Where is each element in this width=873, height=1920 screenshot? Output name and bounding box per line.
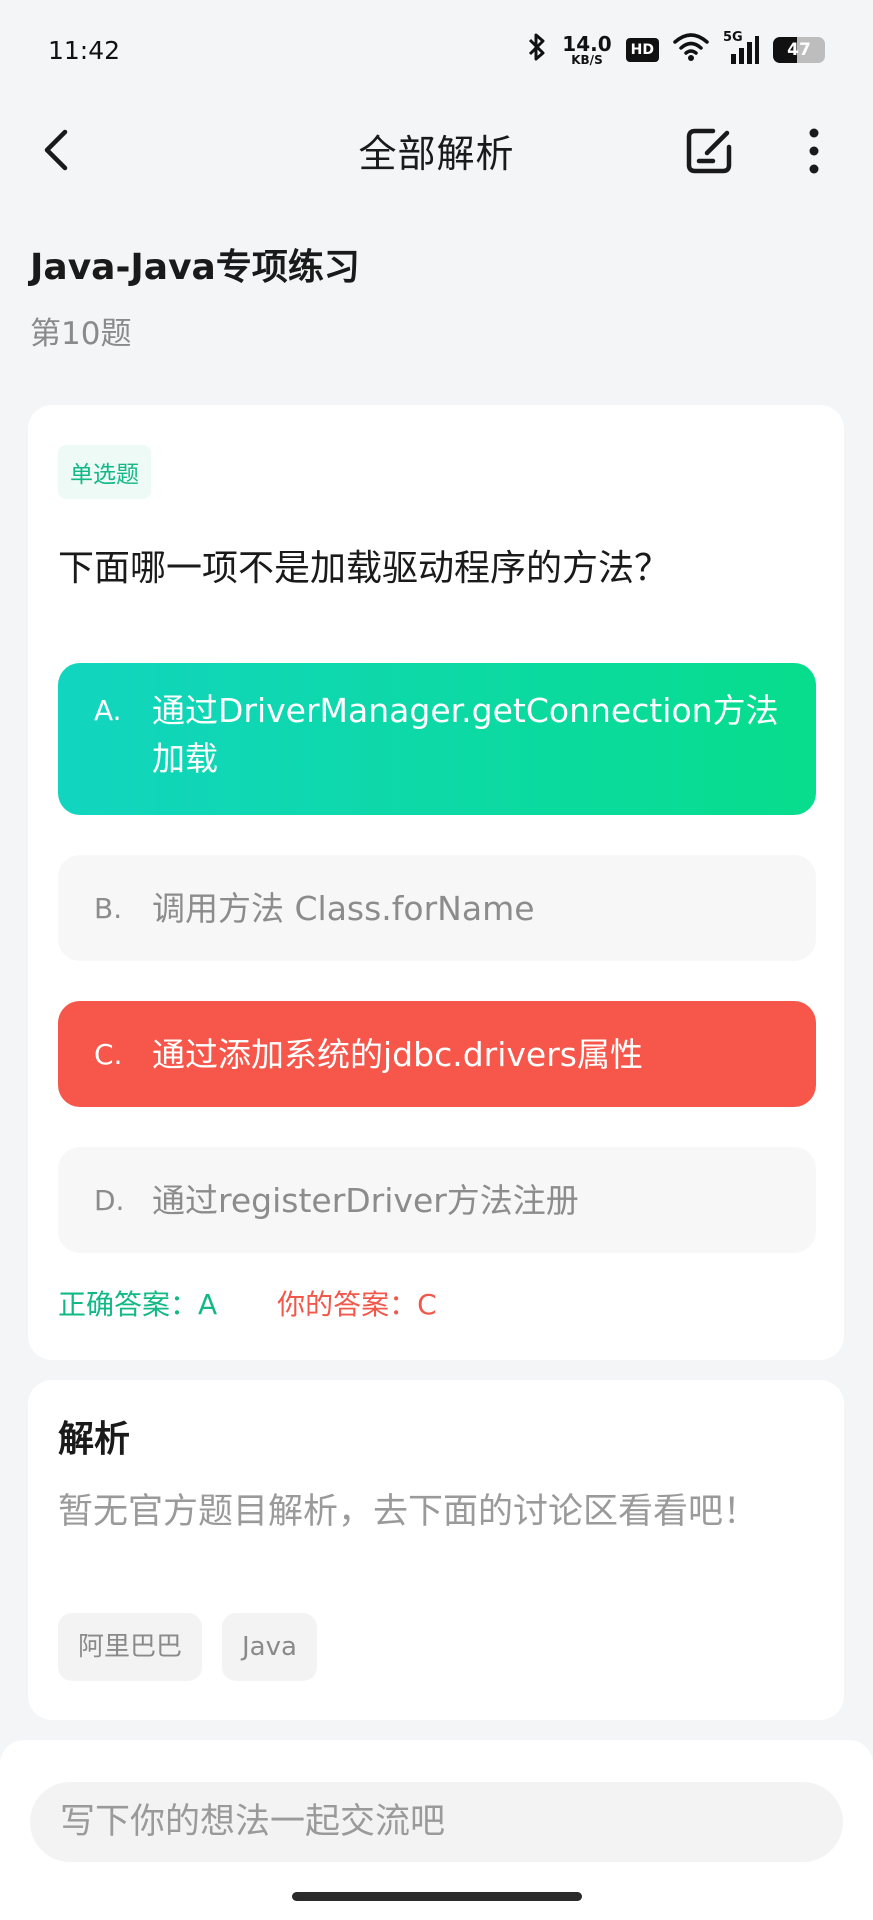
question-card: 单选题 下面哪一项不是加载驱动程序的方法？ A. 通过DriverManager… — [28, 405, 844, 1360]
answer-row: 正确答案：A 你的答案：C — [58, 1283, 437, 1323]
more-button[interactable] — [790, 122, 838, 180]
option-letter: D. — [94, 1184, 125, 1217]
hd-badge: HD — [625, 38, 659, 62]
tag-java[interactable]: Java — [222, 1613, 317, 1681]
analysis-heading: 解析 — [58, 1419, 131, 1460]
option-a[interactable]: A. 通过DriverManager.getConnection方法加载 — [58, 663, 816, 815]
note-button[interactable] — [680, 122, 738, 180]
option-d[interactable]: D. 通过registerDriver方法注册 — [58, 1147, 816, 1253]
option-text: 通过添加系统的jdbc.drivers属性 — [152, 1035, 643, 1074]
home-indicator[interactable] — [292, 1892, 582, 1901]
note-edit-icon — [686, 128, 732, 174]
app-header: 全部解析 — [0, 100, 873, 200]
bluetooth-icon — [526, 31, 548, 69]
status-bar: 11:42 14.0 KB/S HD 5G 47 — [0, 0, 873, 100]
question-number: 第10题 — [30, 316, 132, 352]
practice-title: Java-Java专项练习 — [30, 247, 360, 288]
option-c[interactable]: C. 通过添加系统的jdbc.drivers属性 — [58, 1001, 816, 1107]
tag-list: 阿里巴巴 Java — [58, 1613, 317, 1681]
back-button[interactable] — [28, 122, 84, 178]
battery-icon: 47 — [773, 37, 825, 63]
cellular-signal-icon: 5G — [723, 30, 759, 66]
page-title: 全部解析 — [358, 131, 515, 176]
more-vertical-icon — [809, 128, 819, 174]
status-icons: 14.0 KB/S HD 5G 47 — [526, 30, 825, 69]
your-answer: 你的答案：C — [277, 1288, 437, 1321]
comment-bar: 写下你的想法一起交流吧 — [0, 1740, 873, 1920]
screen: 11:42 14.0 KB/S HD 5G 47 全部解析 Java-Java专… — [0, 0, 873, 1920]
comment-input[interactable]: 写下你的想法一起交流吧 — [30, 1782, 843, 1862]
network-speed-value: 14.0 — [562, 32, 612, 56]
status-time: 11:42 — [48, 35, 121, 65]
back-arrow-icon — [44, 129, 68, 171]
option-b[interactable]: B. 调用方法 Class.forName — [58, 855, 816, 961]
network-speed: 14.0 KB/S — [562, 34, 611, 66]
correct-answer: 正确答案：A — [58, 1288, 218, 1321]
option-text: 通过DriverManager.getConnection方法加载 — [152, 691, 779, 778]
wifi-icon — [673, 32, 709, 68]
question-type-tag: 单选题 — [58, 445, 151, 499]
option-letter: C. — [94, 1038, 123, 1071]
option-text: 通过registerDriver方法注册 — [152, 1181, 579, 1220]
option-letter: B. — [94, 892, 123, 925]
tag-alibaba[interactable]: 阿里巴巴 — [58, 1613, 203, 1681]
analysis-text: 暂无官方题目解析，去下面的讨论区看看吧！ — [58, 1492, 759, 1532]
battery-level: 47 — [787, 40, 811, 60]
option-text: 调用方法 Class.forName — [152, 889, 535, 928]
option-letter: A. — [94, 694, 122, 727]
question-text: 下面哪一项不是加载驱动程序的方法？ — [58, 548, 671, 589]
analysis-card: 解析 暂无官方题目解析，去下面的讨论区看看吧！ 阿里巴巴 Java — [28, 1380, 844, 1720]
network-speed-unit: KB/S — [571, 53, 603, 67]
